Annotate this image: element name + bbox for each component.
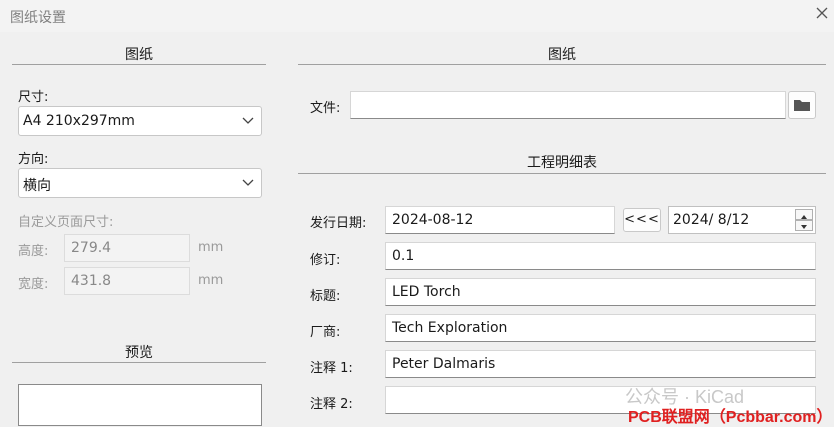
right-section-divider bbox=[298, 64, 826, 65]
dialog-title: 图纸设置 bbox=[10, 10, 66, 26]
paper-size-select[interactable]: A4 210x297mm bbox=[18, 106, 262, 136]
orientation-label: 方向: bbox=[18, 152, 49, 167]
chevron-down-icon bbox=[242, 117, 254, 124]
browse-file-button[interactable] bbox=[788, 91, 816, 119]
issue-date-input[interactable]: 2024-08-12 bbox=[385, 206, 615, 234]
left-section-title: 图纸 bbox=[125, 47, 153, 63]
comment1-label: 注释 1: bbox=[310, 361, 353, 376]
size-label: 尺寸: bbox=[18, 90, 49, 105]
preview-divider bbox=[12, 362, 266, 363]
file-input[interactable] bbox=[350, 91, 786, 119]
copy-date-button[interactable]: <<< bbox=[623, 208, 661, 232]
title-label: 标题: bbox=[310, 289, 341, 304]
preview-title: 预览 bbox=[125, 345, 153, 361]
date-picker-value: 2024/ 8/12 bbox=[673, 212, 750, 228]
orientation-value: 横向 bbox=[23, 178, 51, 194]
title-block-divider bbox=[298, 173, 826, 174]
comment2-label: 注释 2: bbox=[310, 397, 353, 412]
company-label: 厂商: bbox=[310, 325, 341, 340]
watermark-site: PCB联盟网（Pcbbar.com） bbox=[628, 409, 833, 426]
left-section-divider bbox=[12, 64, 266, 65]
file-label: 文件: bbox=[310, 101, 341, 116]
date-picker[interactable]: 2024/ 8/12 bbox=[668, 206, 816, 234]
issue-date-label: 发行日期: bbox=[310, 216, 367, 231]
revision-label: 修订: bbox=[310, 253, 341, 268]
date-decrement-button[interactable] bbox=[795, 220, 813, 231]
chevron-down-icon bbox=[242, 179, 254, 186]
height-input[interactable]: 279.4 bbox=[64, 234, 190, 262]
orientation-select[interactable]: 横向 bbox=[18, 168, 262, 198]
date-increment-button[interactable] bbox=[795, 209, 813, 220]
height-unit: mm bbox=[198, 240, 224, 255]
company-input[interactable]: Tech Exploration bbox=[385, 314, 816, 342]
revision-input[interactable]: 0.1 bbox=[385, 242, 816, 270]
paper-size-value: A4 210x297mm bbox=[23, 113, 135, 129]
width-input[interactable]: 431.8 bbox=[64, 267, 190, 295]
width-unit: mm bbox=[198, 273, 224, 288]
title-input[interactable]: LED Torch bbox=[385, 278, 816, 306]
comment1-input[interactable]: Peter Dalmaris bbox=[385, 350, 816, 378]
height-label: 高度: bbox=[18, 244, 49, 259]
title-bar bbox=[0, 0, 834, 32]
custom-size-label: 自定义页面尺寸: bbox=[18, 215, 114, 230]
preview-canvas bbox=[18, 384, 262, 426]
folder-icon bbox=[794, 100, 810, 111]
right-section-title: 图纸 bbox=[548, 47, 576, 63]
close-icon[interactable] bbox=[812, 5, 832, 25]
width-label: 宽度: bbox=[18, 277, 49, 292]
title-block-title: 工程明细表 bbox=[527, 155, 597, 171]
